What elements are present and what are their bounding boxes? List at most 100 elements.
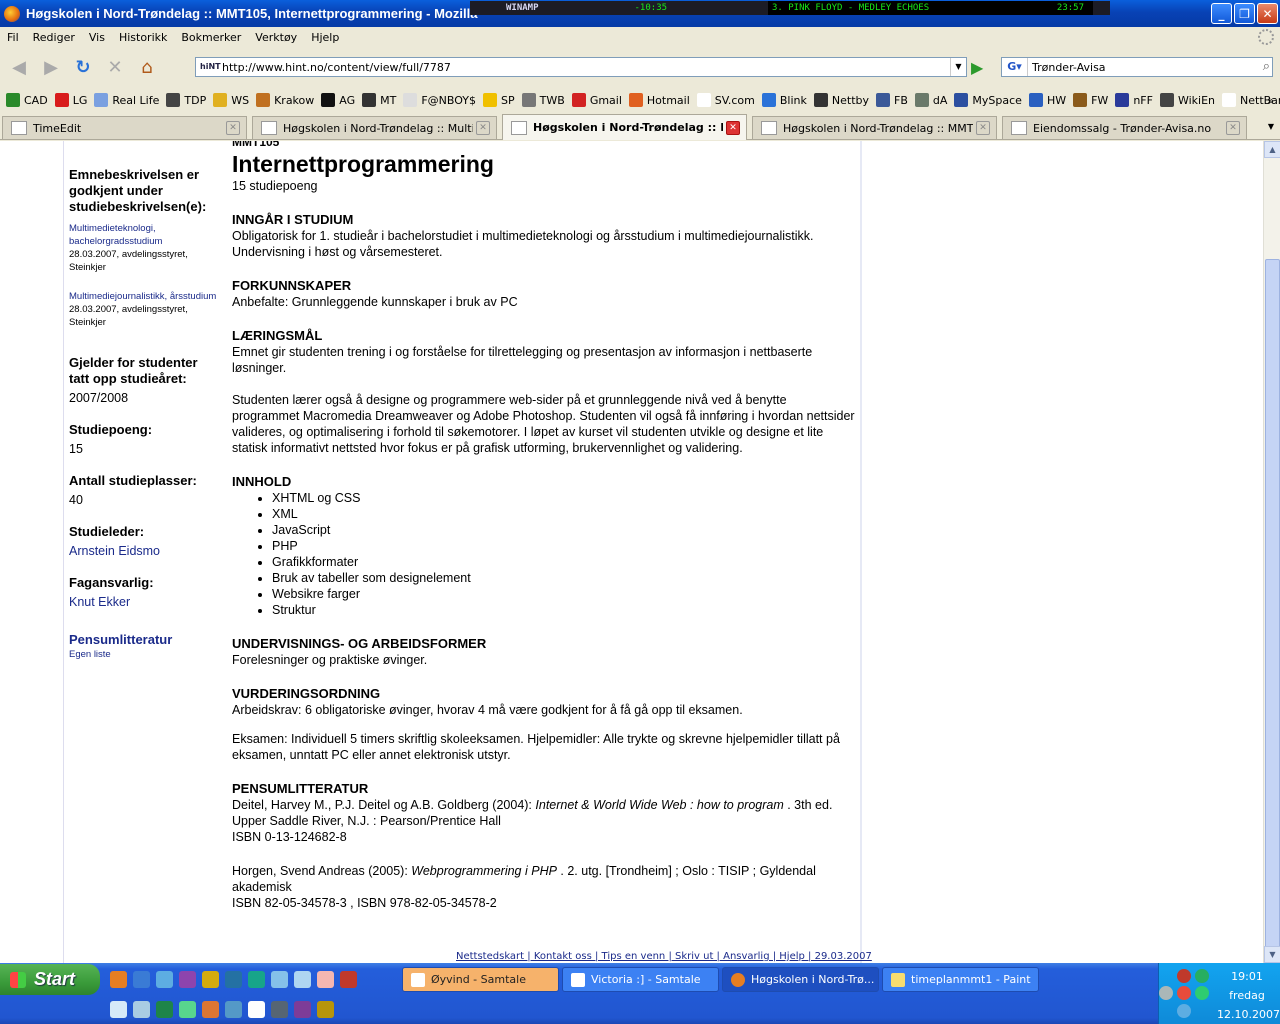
literature-link[interactable]: Pensumlitteratur: [69, 632, 219, 648]
go-button[interactable]: ▶: [971, 58, 983, 77]
bookmark-da[interactable]: dA: [914, 93, 947, 107]
bookmark-fb[interactable]: FB: [876, 93, 908, 107]
url-history-dropdown[interactable]: ▼: [950, 58, 966, 76]
bookmark-myspace[interactable]: MySpace: [954, 93, 1022, 107]
close-tab-icon[interactable]: ✕: [226, 121, 240, 135]
task-victoria-chat[interactable]: Victoria :] - Samtale: [562, 967, 719, 992]
bookmark-f-nboy-[interactable]: F@NBOY$: [403, 93, 476, 107]
bookmark-twb[interactable]: TWB: [521, 93, 565, 107]
menu-vis[interactable]: Vis: [89, 31, 105, 44]
bookmark-nettby[interactable]: Nettby: [813, 93, 869, 107]
bookmark-real-life[interactable]: Real Life: [94, 93, 159, 107]
scroll-down-arrow[interactable]: ▼: [1264, 946, 1280, 963]
clock[interactable]: 19:01 fredag 12.10.2007: [1217, 967, 1280, 1024]
bookmark-sv-com[interactable]: SV.com: [696, 93, 755, 107]
menu-hjelp[interactable]: Hjelp: [311, 31, 339, 44]
winamp-quicklaunch-icon[interactable]: [317, 1001, 334, 1018]
close-tab-icon[interactable]: ✕: [976, 121, 990, 135]
search-input[interactable]: [1032, 60, 1242, 74]
back-button[interactable]: ◀: [6, 54, 32, 80]
tab-list-dropdown[interactable]: ▼: [1268, 122, 1274, 131]
minimize-button[interactable]: _: [1211, 3, 1232, 24]
tab-tronder-avisa[interactable]: Eiendomssalg - Trønder-Avisa.no ✕: [1002, 116, 1247, 139]
leader-link[interactable]: Arnstein Eidsmo: [69, 543, 219, 559]
bookmark-wikien[interactable]: WikiEn: [1159, 93, 1215, 107]
app-quicklaunch-icon[interactable]: [340, 971, 357, 988]
more-bookmarks-chevron-icon[interactable]: »: [1267, 94, 1274, 107]
menu-bokmerker[interactable]: Bokmerker: [181, 31, 241, 44]
bookmark-fw[interactable]: FW: [1073, 93, 1108, 107]
winamp-bar[interactable]: WINAMP -10:35 3. PINK FLOYD - MEDLEY ECH…: [470, 1, 1110, 15]
app-quicklaunch-icon[interactable]: [110, 1001, 127, 1018]
bookmark-gmail[interactable]: Gmail: [571, 93, 622, 107]
url-text[interactable]: http://www.hint.no/content/view/full/778…: [222, 61, 451, 74]
close-window-button[interactable]: ✕: [1257, 3, 1278, 24]
bookmark-ws[interactable]: WS: [213, 93, 249, 107]
bookmark-blink[interactable]: Blink: [761, 93, 807, 107]
app-tray-icon[interactable]: [1177, 1004, 1191, 1018]
tray-expand-icon[interactable]: [1159, 986, 1173, 1000]
task-oyvind-chat[interactable]: Øyvind - Samtale: [402, 967, 559, 992]
media-quicklaunch-icon[interactable]: [225, 971, 242, 988]
app-quicklaunch-icon[interactable]: [202, 1001, 219, 1018]
home-button[interactable]: ⌂: [134, 54, 160, 80]
bookmark-mt[interactable]: MT: [362, 93, 396, 107]
google-engine-icon[interactable]: G▾: [1002, 58, 1028, 76]
bookmark-tdp[interactable]: TDP: [166, 93, 206, 107]
study-link-multimedieteknologi[interactable]: Multimedieteknologi, bachelorgradsstudiu…: [69, 222, 219, 248]
msn-quicklaunch-icon[interactable]: [179, 971, 196, 988]
close-tab-icon[interactable]: ✕: [1226, 121, 1240, 135]
search-icon[interactable]: ⌕: [1263, 59, 1270, 74]
ie-quicklaunch-icon[interactable]: [133, 971, 150, 988]
study-link-multimediejournalistikk[interactable]: Multimediejournalistikk, årsstudium: [69, 290, 219, 303]
responsible-link[interactable]: Knut Ekker: [69, 594, 219, 610]
vertical-scrollbar[interactable]: ▲ ▼: [1263, 141, 1280, 963]
bookmark-ag[interactable]: AG: [321, 93, 355, 107]
security-icon[interactable]: [1177, 986, 1191, 1000]
url-bar[interactable]: hiNT http://www.hint.no/content/view/ful…: [195, 57, 967, 77]
tab-hint-multimedia[interactable]: Høgskolen i Nord-Trøndelag :: Multime...…: [252, 116, 497, 139]
network-icon[interactable]: [1177, 969, 1191, 983]
task-firefox[interactable]: Høgskolen i Nord-Trø...: [722, 967, 879, 992]
bookmark-sp[interactable]: SP: [483, 93, 515, 107]
app-quicklaunch-icon[interactable]: [294, 1001, 311, 1018]
menu-fil[interactable]: Fil: [7, 31, 19, 44]
menu-historikk[interactable]: Historikk: [119, 31, 167, 44]
start-button[interactable]: Start: [0, 964, 100, 995]
bookmark-hotmail[interactable]: Hotmail: [628, 93, 690, 107]
app-quicklaunch-icon[interactable]: [156, 971, 173, 988]
app-quicklaunch-icon[interactable]: [317, 971, 334, 988]
bookmark-lg[interactable]: LG: [54, 93, 87, 107]
search-bar[interactable]: G▾ ⌕: [1001, 57, 1273, 77]
app-tray-icon[interactable]: [1195, 986, 1209, 1000]
scrollbar-thumb[interactable]: [1265, 259, 1280, 959]
menu-rediger[interactable]: Rediger: [33, 31, 75, 44]
stop-button[interactable]: ✕: [102, 54, 128, 80]
app-quicklaunch-icon[interactable]: [133, 1001, 150, 1018]
bookmark-hw[interactable]: HW: [1028, 93, 1066, 107]
menu-verktoy[interactable]: Verktøy: [255, 31, 297, 44]
tab-hint-mmt13[interactable]: Høgskolen i Nord-Trøndelag :: MMT13...✕: [752, 116, 997, 139]
app-quicklaunch-icon[interactable]: [225, 1001, 242, 1018]
bookmark-cad[interactable]: CAD: [6, 93, 48, 107]
forward-button[interactable]: ▶: [38, 54, 64, 80]
maximize-button[interactable]: ❐: [1234, 3, 1255, 24]
bookmark-krakow[interactable]: Krakow: [256, 93, 314, 107]
app-quicklaunch-icon[interactable]: [156, 1001, 173, 1018]
task-paint[interactable]: timeplanmmt1 - Paint: [882, 967, 1039, 992]
close-tab-icon[interactable]: ✕: [726, 120, 740, 135]
footer-links[interactable]: Nettstedskart | Kontakt oss | Tips en ve…: [456, 951, 872, 962]
app-quicklaunch-icon[interactable]: [248, 971, 265, 988]
tab-hint-mmt105[interactable]: Høgskolen i Nord-Trøndelag :: M... ✕: [502, 114, 747, 140]
app-quicklaunch-icon[interactable]: [248, 1001, 265, 1018]
close-tab-icon[interactable]: ✕: [476, 121, 490, 135]
firefox-quicklaunch-icon[interactable]: [110, 971, 127, 988]
app-quicklaunch-icon[interactable]: [179, 1001, 196, 1018]
msn-status-icon[interactable]: [1195, 969, 1209, 983]
bookmark-nff[interactable]: nFF: [1115, 93, 1153, 107]
scroll-up-arrow[interactable]: ▲: [1264, 141, 1280, 158]
app-quicklaunch-icon[interactable]: [271, 1001, 288, 1018]
app-quicklaunch-icon[interactable]: [271, 971, 288, 988]
own-list-link[interactable]: Egen liste: [69, 648, 219, 661]
app-quicklaunch-icon[interactable]: [202, 971, 219, 988]
